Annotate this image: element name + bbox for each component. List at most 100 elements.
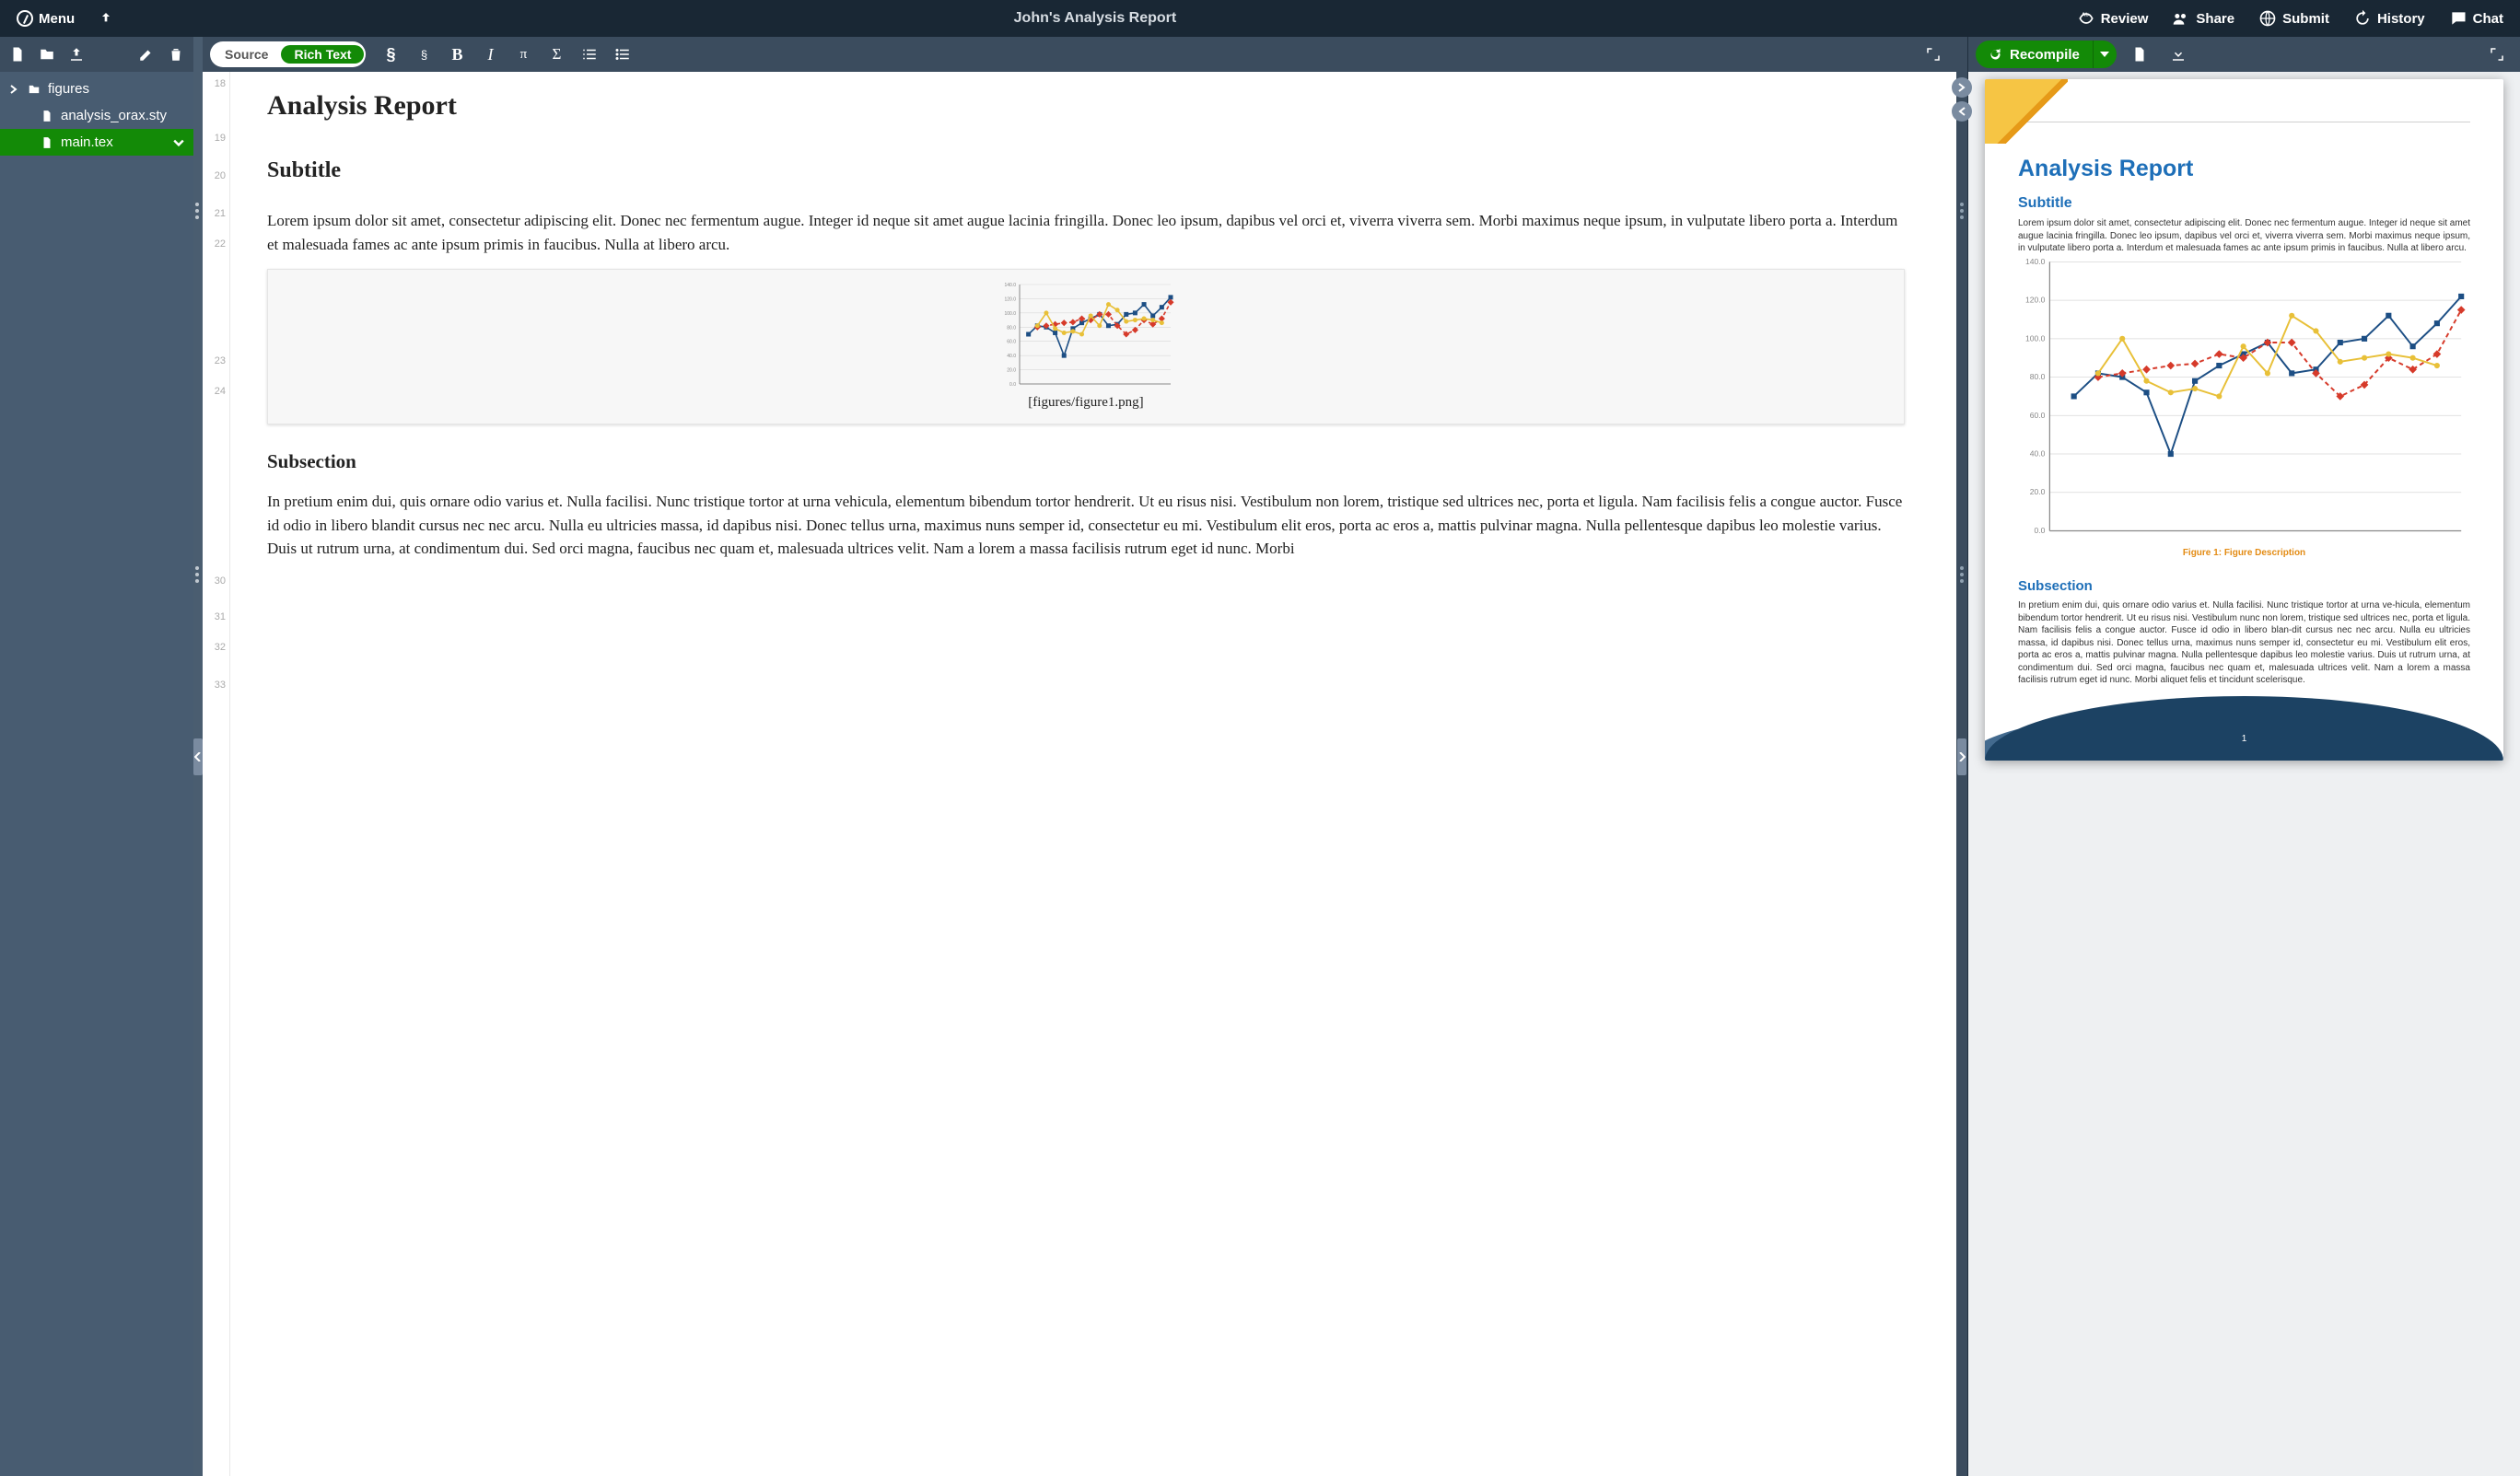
sigma-button[interactable]: Σ <box>541 41 572 67</box>
line-number: 24 <box>203 387 229 397</box>
chevron-down-icon <box>2100 52 2109 57</box>
new-file-icon[interactable] <box>9 46 26 63</box>
history-button[interactable]: History <box>2344 6 2434 31</box>
editor-fullscreen-button[interactable] <box>1918 41 1949 67</box>
mode-rich-text[interactable]: Rich Text <box>281 45 364 64</box>
pdf-title: Analysis Report <box>2018 156 2470 182</box>
sync-to-code-button[interactable] <box>1952 101 1972 122</box>
file-panel: figures analysis_orax.sty main.tex <box>0 37 193 1476</box>
line-number: 23 <box>203 356 229 366</box>
svg-text:140.0: 140.0 <box>2025 256 2046 265</box>
line-number: 21 <box>203 209 229 219</box>
line-number: 30 <box>203 576 229 587</box>
split-handle-left[interactable] <box>193 37 203 1476</box>
line-number: 33 <box>203 680 229 691</box>
preview-fullscreen-button[interactable] <box>2481 41 2513 67</box>
document-editor[interactable]: Analysis Report Subtitle Lorem ipsum dol… <box>230 72 1956 1476</box>
folder-icon <box>28 82 41 97</box>
recompile-dropdown[interactable] <box>2093 41 2117 68</box>
file-tree-item[interactable]: figures <box>0 76 193 102</box>
svg-text:60.0: 60.0 <box>2030 410 2046 419</box>
collapse-file-tree-button[interactable] <box>193 738 203 775</box>
numbered-list-button[interactable] <box>574 41 605 67</box>
file-icon <box>41 109 53 123</box>
pdf-figure-caption: Figure 1: Figure Description <box>2018 548 2470 558</box>
svg-text:80.0: 80.0 <box>1007 325 1016 331</box>
line-number: 31 <box>203 612 229 622</box>
new-folder-icon[interactable] <box>39 46 55 63</box>
history-icon <box>2353 9 2372 28</box>
svg-text:140.0: 140.0 <box>1004 283 1016 288</box>
preview-body[interactable]: Analysis Report Subtitle Lorem ipsum dol… <box>1968 72 2520 1476</box>
editor-para2: In pretium enim dui, quis ornare odio va… <box>267 490 1905 561</box>
delete-icon[interactable] <box>168 46 184 63</box>
line-number: 19 <box>203 134 229 144</box>
overleaf-logo-icon <box>17 10 33 27</box>
main-area: figures analysis_orax.sty main.tex Source … <box>0 37 2520 1476</box>
file-tree: figures analysis_orax.sty main.tex <box>0 72 193 156</box>
project-title: John's Analysis Report <box>122 10 2068 27</box>
sync-to-pdf-button[interactable] <box>1952 77 1972 98</box>
up-arrow-icon <box>99 11 113 26</box>
preview-toolbar: Recompile <box>1968 37 2520 72</box>
pi-button[interactable]: π <box>508 41 539 67</box>
editor-title: Analysis Report <box>267 90 1905 122</box>
svg-text:60.0: 60.0 <box>1007 340 1016 345</box>
pdf-para2: In pretium enim dui, quis ornare odio va… <box>2018 599 2470 687</box>
page-number: 1 <box>2242 734 2247 744</box>
bullet-list-button[interactable] <box>607 41 638 67</box>
file-icon <box>41 135 53 150</box>
file-label: main.tex <box>61 134 113 150</box>
svg-text:120.0: 120.0 <box>2025 295 2046 304</box>
recompile-button[interactable]: Recompile <box>1976 41 2093 68</box>
svg-text:100.0: 100.0 <box>2025 333 2046 343</box>
line-number: 22 <box>203 239 229 250</box>
editor-subsection: Subsection <box>267 450 1905 473</box>
chevron-left-icon <box>194 752 202 761</box>
upload-icon[interactable] <box>68 46 85 63</box>
italic-button[interactable]: I <box>474 41 506 67</box>
svg-text:20.0: 20.0 <box>1007 368 1016 374</box>
file-tree-item[interactable]: main.tex <box>0 129 193 156</box>
review-button[interactable]: AbReview <box>2068 6 2158 31</box>
expand-preview-button[interactable] <box>1957 738 1966 775</box>
svg-text:Ab: Ab <box>2082 13 2089 18</box>
editor-preview-divider[interactable] <box>1956 37 1967 1476</box>
section-large-button[interactable]: § <box>375 41 406 67</box>
editor-body[interactable]: 1819202122232430313233 Analysis Report S… <box>203 72 1956 1476</box>
editor-para1: Lorem ipsum dolor sit amet, consectetur … <box>267 209 1905 256</box>
chevron-right-icon <box>9 85 18 94</box>
refresh-icon <box>1989 48 2002 62</box>
mode-source[interactable]: Source <box>212 45 281 64</box>
file-tree-item[interactable]: analysis_orax.sty <box>0 102 193 129</box>
chevron-right-icon <box>1958 752 1966 761</box>
bold-button[interactable]: B <box>441 41 472 67</box>
editor-figure-box[interactable]: 0.020.040.060.080.0100.0120.0140.0 [figu… <box>267 269 1905 424</box>
editor-subtitle: Subtitle <box>267 158 1905 183</box>
editor-figure-path: [figures/figure1.png] <box>283 395 1889 411</box>
line-number: 32 <box>203 643 229 653</box>
chat-button[interactable]: Chat <box>2440 6 2513 31</box>
svg-text:40.0: 40.0 <box>1007 354 1016 359</box>
pdf-para1: Lorem ipsum dolor sit amet, consectetur … <box>2018 217 2470 255</box>
recompile-label: Recompile <box>2010 47 2080 63</box>
section-small-button[interactable]: § <box>408 41 439 67</box>
home-button[interactable] <box>89 7 122 29</box>
editor-panel: Source Rich Text § § B I π Σ 18192021222… <box>203 37 1956 1476</box>
logs-button[interactable] <box>2124 41 2155 67</box>
rename-icon[interactable] <box>138 46 155 63</box>
pdf-page: Analysis Report Subtitle Lorem ipsum dol… <box>1985 79 2503 761</box>
chevron-down-icon <box>173 137 184 148</box>
page-corner-decoration <box>1985 79 2068 144</box>
page-wave-decoration <box>1985 696 2503 761</box>
submit-button[interactable]: Submit <box>2249 6 2339 31</box>
share-button[interactable]: Share <box>2163 6 2244 31</box>
recompile-group: Recompile <box>1976 41 2117 68</box>
mode-toggle: Source Rich Text <box>210 41 366 67</box>
download-pdf-button[interactable] <box>2163 41 2194 67</box>
file-label: figures <box>48 81 89 97</box>
menu-button[interactable]: Menu <box>7 6 84 30</box>
file-label: analysis_orax.sty <box>61 108 167 123</box>
svg-text:100.0: 100.0 <box>1004 311 1016 317</box>
menu-label: Menu <box>39 11 75 27</box>
